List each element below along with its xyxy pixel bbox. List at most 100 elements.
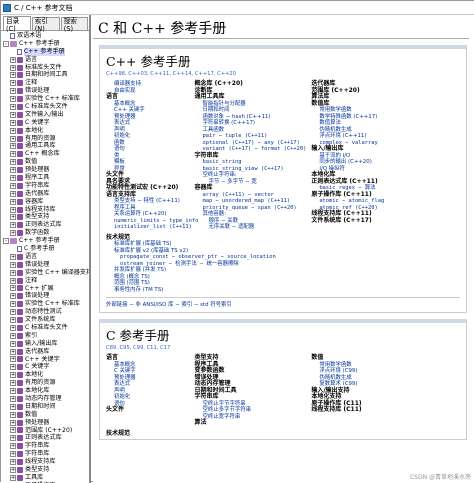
tree-item[interactable]: +程序工具 [3, 174, 89, 182]
tree-item[interactable]: +本地化 [3, 127, 89, 135]
reference-link[interactable]: 类型支持 − 特性 (C++11) [106, 198, 193, 205]
reference-link[interactable]: 无序关联 − 适配器 [195, 224, 310, 231]
expand-icon[interactable]: + [10, 207, 16, 213]
expand-icon[interactable]: + [10, 143, 16, 149]
tree-item[interactable]: +C 标准库头文件 [3, 324, 89, 332]
expand-icon[interactable]: + [10, 191, 16, 197]
tree-item[interactable]: +C 标准库头文件 [3, 103, 89, 111]
expand-icon[interactable]: + [10, 341, 16, 347]
tree-item[interactable]: +注释 [3, 277, 89, 285]
tree-item[interactable]: -C++ 参考手册 [3, 237, 89, 245]
expand-icon[interactable]: + [10, 136, 16, 142]
cpp-versions[interactable]: C++98, C++03, C++11, C++14, C++17, C++20 [106, 71, 460, 77]
expand-icon[interactable]: + [10, 104, 16, 110]
section-heading-link[interactable]: 头文件 [106, 407, 193, 414]
expand-icon[interactable]: + [10, 396, 16, 402]
collapse-icon[interactable]: - [3, 41, 9, 47]
expand-icon[interactable]: + [10, 270, 16, 276]
tree-item[interactable]: C 参考手册 [3, 245, 89, 253]
tree-item[interactable]: +迭代器库 [3, 348, 89, 356]
tree-item[interactable]: +日期和时间 [3, 403, 89, 411]
expand-icon[interactable]: + [10, 420, 16, 426]
expand-icon[interactable]: + [10, 372, 16, 378]
section-heading-link[interactable]: 文件系统库 (C++17) [311, 218, 415, 225]
section-heading-link[interactable]: 算法 [195, 420, 310, 427]
expand-icon[interactable]: + [10, 317, 16, 323]
expand-icon[interactable]: + [10, 364, 16, 370]
tree-item[interactable]: +语言 [3, 253, 89, 261]
expand-icon[interactable]: + [10, 175, 16, 181]
expand-icon[interactable]: + [10, 427, 16, 433]
tree-item[interactable]: +线程支持库 [3, 458, 89, 466]
tree-item[interactable]: +C 关键字 [3, 363, 89, 371]
tree-item[interactable]: 双语术语 [3, 32, 89, 40]
expand-icon[interactable]: + [10, 88, 16, 94]
expand-icon[interactable]: + [10, 475, 16, 481]
tree-item[interactable]: +语言 [3, 56, 89, 64]
expand-icon[interactable]: + [10, 254, 16, 260]
tree-item[interactable]: +动态内存管理 [3, 395, 89, 403]
expand-icon[interactable]: + [10, 57, 16, 63]
section-heading-link[interactable]: 线程支持库 (C11) [311, 407, 415, 414]
tree-item[interactable]: +字符串库 [3, 182, 89, 190]
expand-icon[interactable]: + [10, 443, 16, 449]
tab-contents[interactable]: 目录(C) [3, 16, 31, 30]
tree-item[interactable]: +错误处理 [3, 261, 89, 269]
tree-item[interactable]: +本地化 [3, 371, 89, 379]
expand-icon[interactable]: + [10, 167, 16, 173]
expand-icon[interactable]: + [10, 199, 16, 205]
tree-item[interactable]: +动态特性测试 [3, 308, 89, 316]
tree-item[interactable]: +类型支持 [3, 466, 89, 474]
expand-icon[interactable]: + [10, 349, 16, 355]
tree-item[interactable]: +预处理器 [3, 419, 89, 427]
expand-icon[interactable]: + [10, 278, 16, 284]
expand-icon[interactable]: + [10, 451, 16, 457]
tree-item[interactable]: +实验性 C++ 标准库 [3, 95, 89, 103]
expand-icon[interactable]: + [10, 285, 16, 291]
tree-item[interactable]: +有用的资源 [3, 379, 89, 387]
tree-item[interactable]: +容器库 [3, 198, 89, 206]
expand-icon[interactable]: + [10, 325, 16, 331]
tree-item[interactable]: +工具库 [3, 474, 89, 482]
tree-item[interactable]: +C 关键字 [3, 119, 89, 127]
expand-icon[interactable]: + [10, 459, 16, 465]
tree-item[interactable]: +日期和时间工具 [3, 71, 89, 79]
tab-search[interactable]: 搜索(S) [61, 17, 88, 30]
tab-index[interactable]: 索引(N) [32, 17, 60, 30]
expand-icon[interactable]: + [10, 333, 16, 339]
expand-icon[interactable]: + [10, 301, 16, 307]
expand-icon[interactable]: + [10, 183, 16, 189]
expand-icon[interactable]: + [10, 404, 16, 410]
tree-item[interactable]: +索引 [3, 332, 89, 340]
tree-item[interactable]: +文件系统库 [3, 316, 89, 324]
expand-icon[interactable]: + [10, 128, 16, 134]
expand-icon[interactable]: + [10, 293, 16, 299]
tree-item[interactable]: +文件输入/输出 [3, 111, 89, 119]
tree-item[interactable]: -C++ 参考手册 [3, 40, 89, 48]
reference-link[interactable]: 事务性内存 (TM TS) [106, 287, 460, 294]
expand-icon[interactable]: + [10, 214, 16, 220]
tree-item[interactable]: +数值 [3, 158, 89, 166]
expand-icon[interactable]: + [10, 356, 16, 362]
expand-icon[interactable]: + [10, 112, 16, 118]
expand-icon[interactable]: + [10, 309, 16, 315]
expand-icon[interactable]: + [10, 96, 16, 102]
tree-item[interactable]: +迭代器库 [3, 190, 89, 198]
expand-icon[interactable]: + [10, 65, 16, 71]
tree-item[interactable]: +实验性 C++ 标准库 [3, 300, 89, 308]
expand-icon[interactable]: + [10, 72, 16, 78]
tree-item[interactable]: +实验性 C++ 编译器支持 [3, 269, 89, 277]
expand-icon[interactable]: + [10, 262, 16, 268]
tree-item[interactable]: +预处理器 [3, 166, 89, 174]
cpp-card-title[interactable]: C++ 参考手册 [106, 51, 460, 70]
expand-icon[interactable]: + [10, 412, 16, 418]
tree-item[interactable]: C++ 参考手册 [3, 48, 89, 56]
expand-icon[interactable]: + [10, 380, 16, 386]
expand-icon[interactable]: + [10, 151, 16, 157]
tree-item[interactable]: +数值 [3, 411, 89, 419]
expand-icon[interactable]: + [10, 80, 16, 86]
expand-icon[interactable]: + [10, 467, 16, 473]
tree-item[interactable]: +数学函数 [3, 229, 89, 237]
expand-icon[interactable]: + [10, 222, 16, 228]
expand-icon[interactable]: + [10, 435, 16, 441]
